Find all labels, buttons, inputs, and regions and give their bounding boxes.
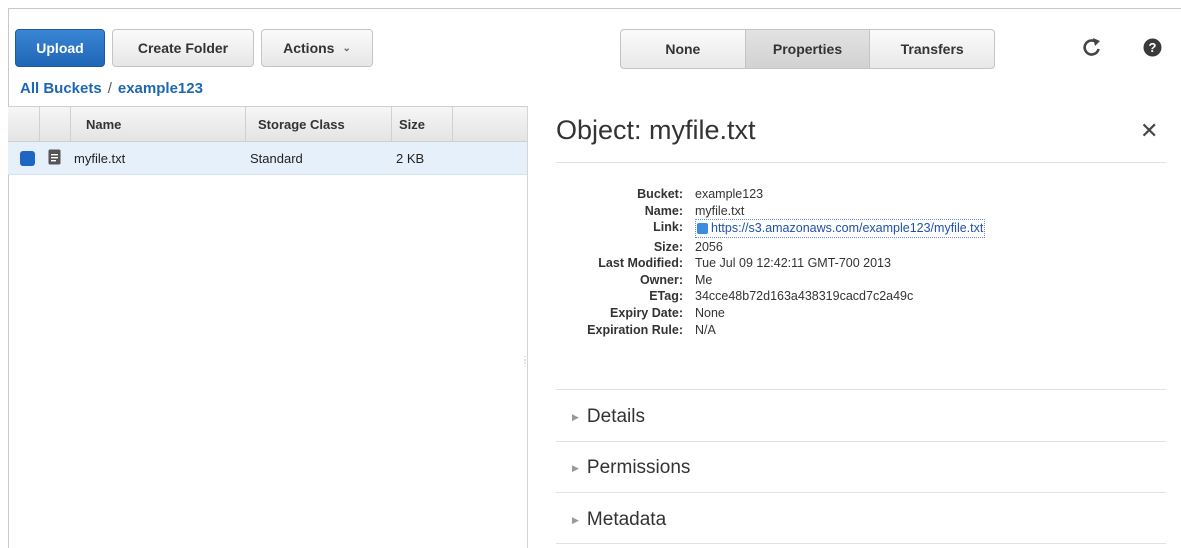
property-link: Link: https://s3.amazonaws.com/example12… [556, 219, 986, 238]
section-permissions-label: Permissions [586, 457, 691, 478]
property-key: Expiry Date: [610, 305, 683, 320]
actions-button[interactable]: Actions ⌄ [261, 29, 373, 67]
triangle-right-icon: ▶ [572, 514, 579, 525]
property-value: example123 [695, 187, 764, 201]
view-toggle: None Properties Transfers [620, 29, 995, 69]
property-value: 34cce48b72d163a438319cacd7c2a49c [695, 289, 914, 304]
property-owner: Owner: Me [556, 272, 985, 289]
upload-button[interactable]: Upload [15, 29, 105, 67]
triangle-right-icon: ▶ [572, 462, 579, 473]
close-icon[interactable]: ✕ [1140, 118, 1158, 144]
column-header-storage-class[interactable]: Storage Class [258, 107, 345, 141]
object-properties: Bucket: example123 Name: myfile.txt Link… [556, 186, 986, 339]
property-value: 2056 [695, 239, 723, 254]
property-expiration-rule: Expiration Rule: N/A [556, 322, 985, 339]
section-permissions[interactable]: ▶ Permissions [572, 457, 690, 479]
breadcrumb: All Buckets / example123 [20, 80, 203, 97]
breadcrumb-all-buckets[interactable]: All Buckets [20, 80, 102, 97]
svg-text:?: ? [1149, 40, 1157, 55]
object-link[interactable]: https://s3.amazonaws.com/example123/myfi… [695, 219, 986, 238]
property-size: Size: 2056 [556, 239, 985, 256]
property-key: Name: [644, 203, 683, 218]
property-key: Owner: [639, 272, 683, 287]
section-details-label: Details [586, 406, 645, 427]
property-link-value: https://s3.amazonaws.com/example123/myfi… [695, 219, 986, 238]
property-key: ETag: [649, 289, 683, 304]
property-key: Expiration Rule: [587, 322, 683, 337]
property-key: Link: [653, 220, 683, 235]
tab-properties[interactable]: Properties [745, 30, 871, 68]
link-icon [697, 222, 708, 234]
property-etag: ETag: 34cce48b72d163a438319cacd7c2a49c [556, 288, 985, 305]
property-key: Last Modified: [598, 256, 683, 271]
help-icon[interactable]: ? [1143, 38, 1162, 62]
property-value: myfile.txt [695, 203, 745, 218]
property-name: Name: myfile.txt [556, 203, 985, 220]
property-value: None [695, 305, 725, 320]
row-name: myfile.txt [74, 150, 126, 166]
property-value: Me [695, 272, 713, 287]
breadcrumb-bucket[interactable]: example123 [118, 80, 203, 97]
property-key: Bucket: [637, 187, 683, 201]
document-icon [48, 149, 61, 168]
triangle-right-icon: ▶ [572, 411, 579, 422]
table-row[interactable]: myfile.txt Standard 2 KB [8, 142, 528, 175]
row-storage-class: Standard [250, 150, 303, 166]
panel-divider[interactable] [527, 106, 528, 548]
object-link-text: https://s3.amazonaws.com/example123/myfi… [711, 221, 984, 236]
upload-label: Upload [36, 40, 84, 56]
resize-grip-icon[interactable]: ⋮ ⋮ [521, 356, 529, 368]
section-details[interactable]: ▶ Details [572, 406, 645, 428]
create-folder-label: Create Folder [137, 40, 229, 56]
row-checkbox[interactable] [20, 151, 35, 166]
column-header-name[interactable]: Name [86, 107, 121, 141]
property-last-modified: Last Modified: Tue Jul 09 12:42:11 GMT-7… [556, 255, 985, 272]
title-divider [556, 162, 1166, 163]
section-metadata[interactable]: ▶ Metadata [572, 509, 666, 531]
property-value: N/A [695, 322, 716, 337]
property-key: Size: [653, 239, 683, 254]
refresh-icon[interactable] [1082, 37, 1102, 64]
breadcrumb-separator: / [107, 80, 112, 97]
property-bucket: Bucket: example123 [556, 186, 985, 203]
section-divider [556, 492, 1166, 493]
actions-label: Actions [283, 40, 335, 56]
tab-transfers[interactable]: Transfers [870, 30, 994, 68]
property-expiry-date: Expiry Date: None [556, 305, 985, 322]
object-table: Name Storage Class Size myfile.txt Stand… [8, 106, 528, 175]
section-metadata-label: Metadata [586, 509, 667, 530]
section-divider [556, 441, 1166, 442]
tab-none[interactable]: None [621, 30, 746, 68]
section-divider [556, 543, 1166, 544]
section-divider [556, 389, 1166, 390]
chevron-down-icon: ⌄ [342, 42, 351, 54]
row-size: 2 KB [396, 150, 425, 166]
table-header: Name Storage Class Size [8, 106, 528, 142]
property-value: Tue Jul 09 12:42:11 GMT-700 2013 [695, 256, 891, 271]
create-folder-button[interactable]: Create Folder [112, 29, 254, 67]
column-header-size[interactable]: Size [399, 107, 425, 141]
panel-title: Object: myfile.txt [556, 115, 756, 145]
